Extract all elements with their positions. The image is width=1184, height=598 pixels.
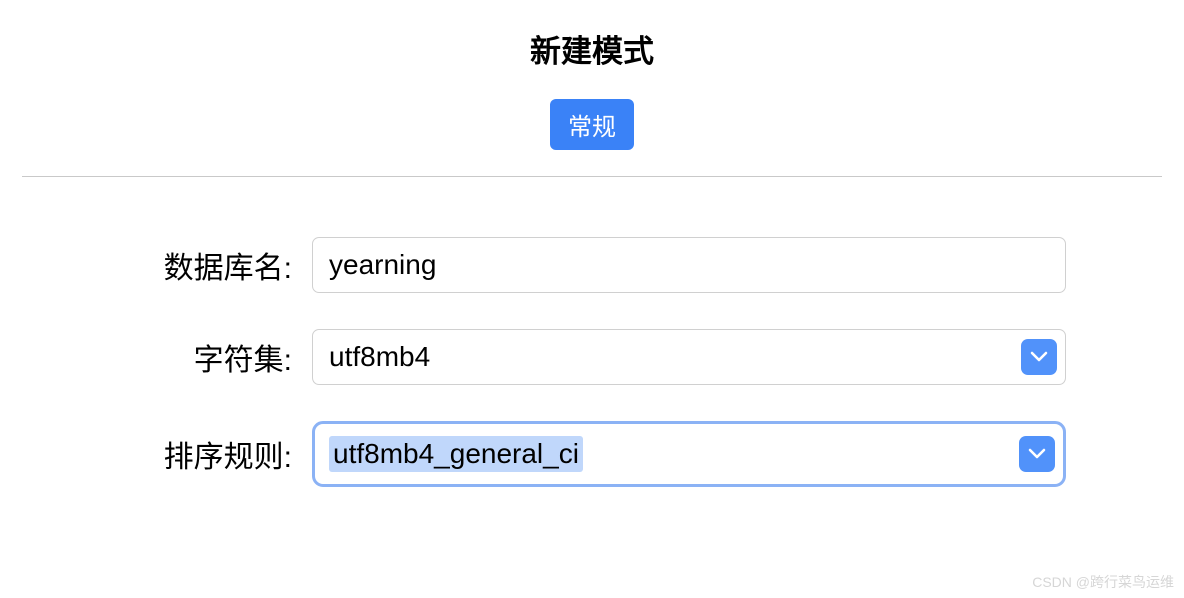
row-database-name: 数据库名: [118, 237, 1066, 293]
row-charset: 字符集: utf8mb4 [118, 329, 1066, 385]
label-charset: 字符集: [118, 335, 312, 379]
chevron-down-icon[interactable] [1021, 339, 1057, 375]
label-database-name: 数据库名: [118, 243, 312, 287]
dialog-title: 新建模式 [22, 26, 1162, 71]
charset-select-value: utf8mb4 [329, 341, 1021, 373]
database-name-input[interactable] [312, 237, 1066, 293]
tab-general[interactable]: 常规 [550, 99, 634, 150]
collation-select-value: utf8mb4_general_ci [329, 436, 583, 472]
input-wrap-database-name [312, 237, 1066, 293]
collation-select[interactable]: utf8mb4_general_ci [312, 421, 1066, 487]
chevron-down-icon[interactable] [1019, 436, 1055, 472]
tab-bar: 常规 [22, 99, 1162, 150]
label-collation: 排序规则: [118, 432, 312, 476]
form-area: 数据库名: 字符集: utf8mb4 排序规则: utf8mb4_general… [22, 177, 1162, 487]
row-collation: 排序规则: utf8mb4_general_ci [118, 421, 1066, 487]
charset-select[interactable]: utf8mb4 [312, 329, 1066, 385]
dialog-container: 新建模式 常规 数据库名: 字符集: utf8mb4 排序规则: [0, 0, 1184, 487]
watermark: CSDN @跨行菜鸟运维 [1032, 572, 1174, 592]
